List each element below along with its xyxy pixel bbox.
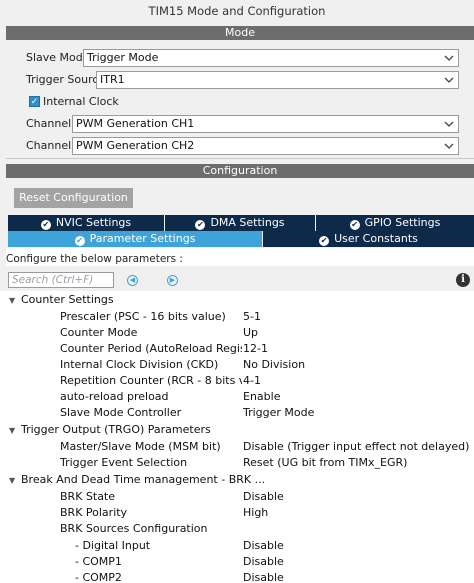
param-value[interactable]: No Division xyxy=(243,358,305,371)
chevron-down-icon xyxy=(444,55,454,61)
param-value[interactable]: Trigger Mode xyxy=(243,406,314,419)
slave-mode-select[interactable]: Trigger Mode xyxy=(83,49,459,67)
check-circle-icon: ✔ xyxy=(74,236,85,246)
collapse-icon: ▼ xyxy=(9,476,16,485)
tab-label: User Constants xyxy=(334,232,418,245)
param-value[interactable]: Up xyxy=(243,326,258,339)
collapse-icon: ▼ xyxy=(9,296,16,305)
tab-dma-settings[interactable]: ✔ DMA Settings xyxy=(165,215,315,231)
configuration-section-header: Configuration xyxy=(6,164,474,178)
param-value[interactable]: High xyxy=(243,506,268,519)
check-circle-icon: ✔ xyxy=(319,236,330,246)
chevron-right-circle-icon[interactable]: ▶ xyxy=(167,275,178,286)
check-circle-icon: ✔ xyxy=(40,220,51,230)
param-value[interactable]: Enable xyxy=(243,390,280,403)
chevron-left-circle-icon[interactable]: ◀ xyxy=(127,275,138,286)
slave-mode-label: Slave Mode xyxy=(26,51,90,64)
param-name: auto-reload preload xyxy=(60,390,169,403)
tab-label: DMA Settings xyxy=(210,216,285,229)
internal-clock-checkbox[interactable]: ✓ xyxy=(29,96,40,107)
param-name: - COMP2 xyxy=(75,571,122,583)
param-value[interactable]: 5-1 xyxy=(243,310,261,323)
check-circle-icon: ✔ xyxy=(349,220,360,230)
channel2-value: PWM Generation CH2 xyxy=(76,139,195,152)
tab-label: NVIC Settings xyxy=(55,216,132,229)
param-value[interactable]: 12-1 xyxy=(243,342,268,355)
param-name: Master/Slave Mode (MSM bit) xyxy=(60,440,221,453)
channel2-label: Channel2 xyxy=(26,139,79,152)
group-counter-settings[interactable]: ▼ Counter Settings xyxy=(9,293,114,306)
param-value[interactable]: 4-1 xyxy=(243,374,261,387)
search-input[interactable]: Search (Ctrl+F) xyxy=(8,272,114,288)
channel2-select[interactable]: PWM Generation CH2 xyxy=(72,137,459,155)
param-value[interactable]: Disable xyxy=(243,490,284,503)
param-name: BRK Polarity xyxy=(60,506,128,519)
trigger-source-select[interactable]: ITR1 xyxy=(96,71,459,89)
info-icon[interactable]: i xyxy=(456,273,470,287)
configure-instruction: Configure the below parameters : xyxy=(6,253,183,265)
param-name: Internal Clock Division (CKD) xyxy=(60,358,219,371)
tab-gpio-settings[interactable]: ✔ GPIO Settings xyxy=(316,215,474,231)
trigger-source-label: Trigger Source xyxy=(26,73,106,86)
group-label: Counter Settings xyxy=(21,293,114,306)
param-name: Prescaler (PSC - 16 bits value) xyxy=(60,310,226,323)
param-value[interactable]: Disable xyxy=(243,555,284,568)
param-name: BRK Sources Configuration xyxy=(60,522,208,535)
window-title: TIM15 Mode and Configuration xyxy=(148,4,326,18)
search-placeholder: Search (Ctrl+F) xyxy=(12,274,94,286)
tab-label: Parameter Settings xyxy=(89,232,196,245)
tab-nvic-settings[interactable]: ✔ NVIC Settings xyxy=(8,215,164,231)
param-name: Counter Period (AutoReload Registe... xyxy=(60,342,242,355)
group-trigger-output[interactable]: ▼ Trigger Output (TRGO) Parameters xyxy=(9,423,211,436)
tab-label: GPIO Settings xyxy=(364,216,441,229)
param-name: Slave Mode Controller xyxy=(60,406,182,419)
channel1-label: Channel1 xyxy=(26,117,79,130)
internal-clock-label: Internal Clock xyxy=(43,95,119,108)
trigger-source-value: ITR1 xyxy=(100,73,125,86)
reset-configuration-button[interactable]: Reset Configuration xyxy=(14,188,133,208)
channel1-value: PWM Generation CH1 xyxy=(76,117,195,130)
channel1-select[interactable]: PWM Generation CH1 xyxy=(72,115,459,133)
check-circle-icon: ✔ xyxy=(195,220,206,230)
param-value[interactable]: Disable (Trigger input effect not delaye… xyxy=(243,440,469,453)
param-name: BRK State xyxy=(60,490,116,503)
param-name: Counter Mode xyxy=(60,326,138,339)
chevron-down-icon xyxy=(444,143,454,149)
chevron-down-icon xyxy=(444,121,454,127)
param-value[interactable]: Disable xyxy=(243,571,284,583)
mode-section-header: Mode xyxy=(6,26,474,40)
group-label: Break And Dead Time management - BRK ... xyxy=(21,473,266,486)
tab-parameter-settings[interactable]: ✔ Parameter Settings xyxy=(8,231,262,247)
param-name: Repetition Counter (RCR - 8 bits val... xyxy=(60,374,242,387)
param-name: Trigger Event Selection xyxy=(60,456,188,469)
param-name: - Digital Input xyxy=(75,539,151,552)
splitter[interactable] xyxy=(6,158,474,159)
param-value[interactable]: Reset (UG bit from TIMx_EGR) xyxy=(243,456,407,469)
tab-user-constants[interactable]: ✔ User Constants xyxy=(263,231,474,247)
group-label: Trigger Output (TRGO) Parameters xyxy=(21,423,211,436)
collapse-icon: ▼ xyxy=(9,426,16,435)
group-break-dead-time[interactable]: ▼ Break And Dead Time management - BRK ..… xyxy=(9,473,265,486)
chevron-down-icon xyxy=(444,77,454,83)
param-name: - COMP1 xyxy=(75,555,122,568)
param-value[interactable]: Disable xyxy=(243,539,284,552)
slave-mode-value: Trigger Mode xyxy=(87,51,159,64)
